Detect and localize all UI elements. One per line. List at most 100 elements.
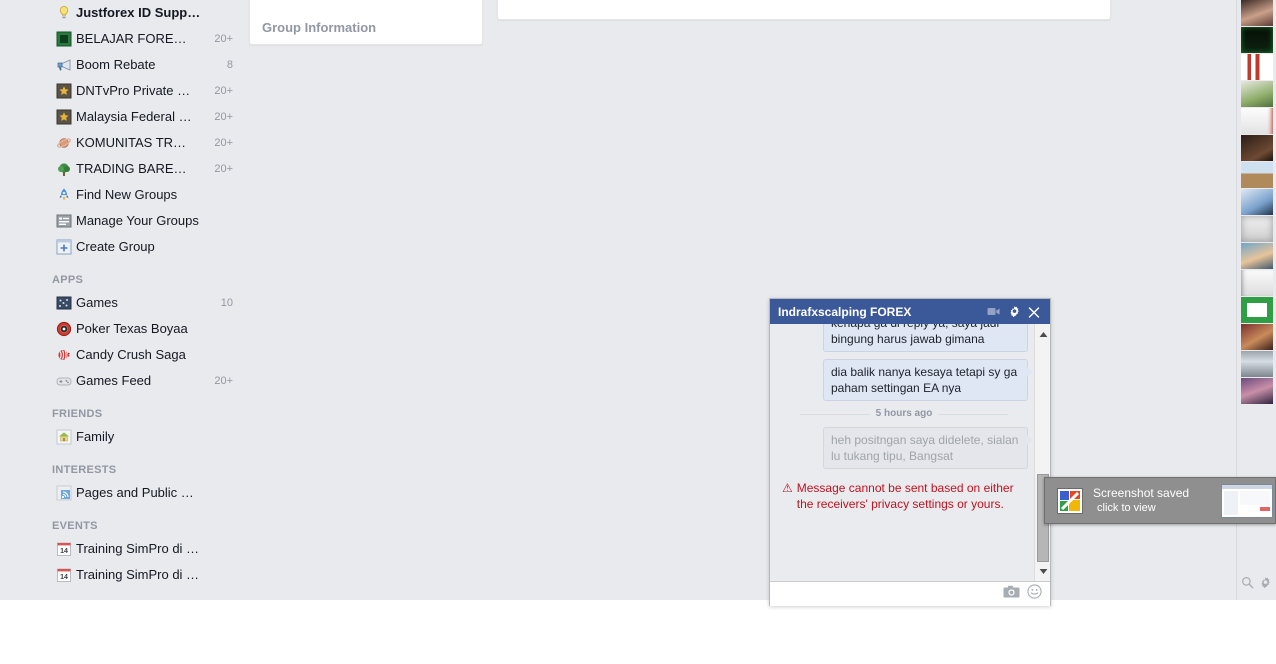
sidebar-item-group[interactable]: BELAJAR FORE… 20+ bbox=[0, 26, 245, 52]
gear-icon[interactable] bbox=[1259, 576, 1272, 594]
page-bottom-whitespace bbox=[0, 600, 1276, 664]
rail-avatar[interactable] bbox=[1240, 27, 1273, 53]
sidebar-item-count: 20+ bbox=[214, 163, 233, 175]
sidebar-item-group[interactable]: DNTvPro Private … 20+ bbox=[0, 78, 245, 104]
sidebar-item-games[interactable]: Games 10 bbox=[0, 290, 245, 316]
close-icon[interactable] bbox=[1024, 303, 1044, 321]
gamepad-icon bbox=[56, 373, 72, 389]
scroll-up-icon[interactable] bbox=[1035, 326, 1050, 342]
rail-avatar[interactable] bbox=[1240, 162, 1273, 188]
rail-avatar[interactable] bbox=[1240, 216, 1273, 242]
chat-window-title: Indrafxscalping FOREX bbox=[778, 304, 912, 319]
star-badge-icon bbox=[56, 83, 72, 99]
star-badge-icon bbox=[56, 109, 72, 125]
sidebar-item-manage-your-groups[interactable]: Manage Your Groups bbox=[0, 208, 245, 234]
sidebar-item-count: 20+ bbox=[214, 137, 233, 149]
sidebar-item-group[interactable]: KOMUNITAS TR… 20+ bbox=[0, 130, 245, 156]
sidebar-item-event[interactable]: 14 Training SimPro di … bbox=[0, 536, 245, 562]
rail-avatar[interactable] bbox=[1240, 243, 1273, 269]
chat-window-header[interactable]: Indrafxscalping FOREX bbox=[770, 299, 1050, 324]
search-icon[interactable] bbox=[1241, 576, 1254, 594]
sidebar-item-label: Candy Crush Saga bbox=[76, 347, 186, 362]
screenshot-app-icon bbox=[1057, 487, 1083, 514]
sidebar-item-label: Games Feed bbox=[76, 373, 152, 388]
screenshot-saved-toast[interactable]: Screenshot saved click to view bbox=[1044, 477, 1276, 524]
sidebar-item-event[interactable]: 14 Training SimPro di … bbox=[0, 562, 245, 588]
rail-avatar[interactable] bbox=[1240, 81, 1273, 107]
group-information-card[interactable]: Group Information bbox=[249, 0, 483, 45]
screenshot-thumbnail[interactable] bbox=[1221, 483, 1273, 518]
sidebar-item-label: Training SimPro di … bbox=[76, 541, 200, 556]
scroll-down-icon[interactable] bbox=[1035, 563, 1050, 579]
list-icon bbox=[56, 213, 72, 229]
sidebar-item-label: Games bbox=[76, 295, 118, 310]
chat-message-pending: heh positngan saya didelete, sialan lu t… bbox=[780, 427, 1033, 469]
sidebar-item-family[interactable]: Family bbox=[0, 424, 245, 450]
sidebar-item-count: 20+ bbox=[214, 33, 233, 45]
rocket-icon bbox=[56, 187, 72, 203]
sidebar-item-label: DNTvPro Private … bbox=[76, 83, 191, 98]
sidebar-item-group[interactable]: Boom Rebate 8 bbox=[0, 52, 245, 78]
chat-bubble-text: heh positngan saya didelete, sialan lu t… bbox=[823, 427, 1033, 469]
warning-icon: ⚠ bbox=[782, 481, 793, 495]
chat-message-list[interactable]: kenapa ga di reply ya, saya jadi bingung… bbox=[770, 324, 1050, 582]
rail-avatar[interactable] bbox=[1240, 54, 1273, 80]
sidebar-item-count: 10 bbox=[220, 297, 233, 309]
group-information-title: Group Information bbox=[262, 20, 377, 35]
sidebar-item-label: Training SimPro di … bbox=[76, 567, 200, 582]
rail-avatar[interactable] bbox=[1240, 378, 1273, 404]
friends-list: Family bbox=[0, 424, 245, 450]
sidebar-item-label: KOMUNITAS TR… bbox=[76, 135, 187, 150]
sidebar-item-label: Create Group bbox=[76, 239, 155, 254]
toast-title: Screenshot saved bbox=[1093, 485, 1190, 500]
rail-avatar[interactable] bbox=[1240, 351, 1273, 377]
games-icon bbox=[56, 295, 72, 311]
chat-error-text: Message cannot be sent based on either t… bbox=[796, 481, 1014, 511]
chat-timestamp-label: 5 hours ago bbox=[869, 408, 939, 419]
rail-avatar[interactable] bbox=[1240, 108, 1273, 134]
toast-subtitle: click to view bbox=[1097, 501, 1156, 514]
sidebar-item-label: Find New Groups bbox=[76, 187, 178, 202]
sidebar-item-label: Boom Rebate bbox=[76, 57, 156, 72]
sidebar-item-candy-crush-saga[interactable]: Candy Crush Saga bbox=[0, 342, 245, 368]
poker-chip-icon bbox=[56, 321, 72, 337]
sidebar-item-label: Justforex ID Supp… bbox=[76, 5, 201, 20]
apps-list: Games 10 Poker Texas Boyaa Candy Crush S… bbox=[0, 290, 245, 394]
sidebar-item-create-group[interactable]: Create Group bbox=[0, 234, 245, 260]
svg-text:14: 14 bbox=[60, 548, 68, 555]
sidebar-item-pages-and-public[interactable]: Pages and Public … bbox=[0, 480, 245, 506]
chat-timestamp: 5 hours ago bbox=[780, 408, 1028, 419]
rail-avatar[interactable] bbox=[1240, 189, 1273, 215]
sidebar-item-group[interactable]: Malaysia Federal … 20+ bbox=[0, 104, 245, 130]
chat-message: kenapa ga di reply ya, saya jadi bingung… bbox=[780, 324, 1028, 352]
smiley-icon[interactable] bbox=[1027, 584, 1042, 604]
sidebar-item-group[interactable]: TRADING BARE… 20+ bbox=[0, 156, 245, 182]
rail-avatar[interactable] bbox=[1240, 135, 1273, 161]
rail-avatar[interactable] bbox=[1240, 297, 1273, 323]
chat-window: Indrafxscalping FOREX kenapa ga di reply… bbox=[769, 298, 1051, 606]
camera-icon[interactable] bbox=[1003, 585, 1020, 604]
toast-text: Screenshot saved click to view bbox=[1093, 486, 1221, 516]
section-header-interests: INTERESTS bbox=[52, 464, 117, 476]
chat-composer[interactable] bbox=[770, 582, 1050, 606]
rail-avatar[interactable] bbox=[1240, 270, 1273, 296]
green-square-icon bbox=[56, 31, 72, 47]
sidebar-item-count: 8 bbox=[226, 59, 233, 71]
sidebar-item-label: Manage Your Groups bbox=[76, 213, 199, 228]
rail-avatar[interactable] bbox=[1240, 324, 1273, 350]
chat-bubble-text: dia balik nanya kesaya tetapi sy ga paha… bbox=[823, 359, 1033, 401]
chat-scrollbar[interactable] bbox=[1034, 324, 1050, 581]
video-camera-icon[interactable] bbox=[984, 303, 1004, 321]
sidebar-item-count: 20+ bbox=[214, 85, 233, 97]
rss-icon bbox=[56, 485, 72, 501]
rail-avatar[interactable] bbox=[1240, 0, 1273, 26]
sidebar-item-games-feed[interactable]: Games Feed 20+ bbox=[0, 368, 245, 394]
events-list: 14 Training SimPro di … 14 Training SimP… bbox=[0, 536, 245, 588]
sidebar-item-find-new-groups[interactable]: Find New Groups bbox=[0, 182, 245, 208]
tree-icon bbox=[56, 161, 72, 177]
gear-icon[interactable] bbox=[1004, 303, 1024, 321]
screen: Justforex ID Supp… BELAJAR FORE… 20+ Boo… bbox=[0, 0, 1276, 664]
sidebar-item-poker-texas-boyaa[interactable]: Poker Texas Boyaa bbox=[0, 316, 245, 342]
sidebar-item-group[interactable]: Justforex ID Supp… bbox=[0, 0, 245, 26]
sidebar-item-label: Pages and Public … bbox=[76, 485, 194, 500]
